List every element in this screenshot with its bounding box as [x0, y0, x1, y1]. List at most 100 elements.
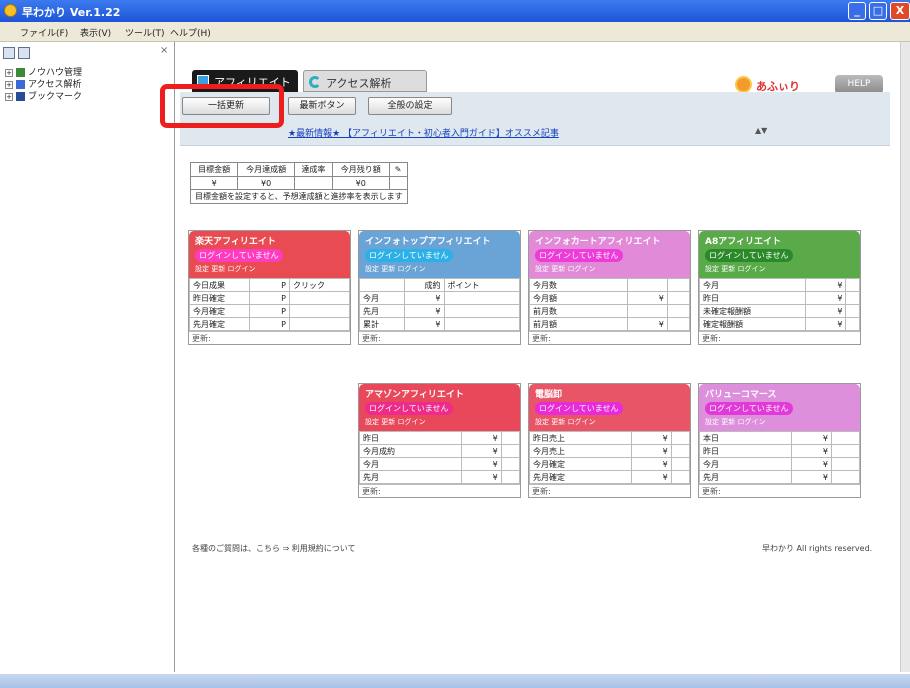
login-status: ログインしていません — [705, 249, 793, 262]
summary-value: ¥0 — [331, 176, 390, 190]
row-label: 昨日 — [359, 431, 462, 445]
row-label — [359, 278, 405, 292]
table-row: 前月数 — [529, 304, 691, 318]
window-title: 早わかり Ver.1.22 — [22, 6, 121, 19]
folder-icon — [16, 68, 25, 77]
settings-button[interactable]: 全般の設定 — [368, 97, 452, 115]
panel-links[interactable]: 設定 更新 ログイン — [705, 264, 854, 274]
menu-view[interactable]: 表示(V) — [80, 26, 111, 39]
reload-button[interactable]: 最新ボタン — [288, 97, 356, 115]
panel-header: A8アフィリエイト ログインしていません 設定 更新 ログイン — [699, 231, 860, 278]
panel-title: 楽天アフィリエイト — [195, 237, 276, 247]
login-status: ログインしていません — [705, 402, 793, 415]
menu-file[interactable]: ファイル(F) — [20, 26, 68, 39]
table-row: 確定報酬額 ¥ — [698, 317, 860, 331]
tree-toolbar-icon[interactable] — [18, 47, 30, 59]
login-status: ログインしていません — [535, 402, 623, 415]
panel-title: バリューコマース — [705, 390, 777, 400]
expand-icon[interactable]: + — [5, 92, 13, 101]
panel-a8: A8アフィリエイト ログインしていません 設定 更新 ログイン 今月 ¥ 昨日 ¥ 未確定報酬… — [698, 230, 861, 345]
maximize-button[interactable]: □ — [869, 2, 887, 20]
close-button[interactable]: X — [890, 2, 910, 20]
row-label: 本日 — [699, 431, 792, 445]
row-value: ¥ — [805, 304, 847, 318]
panel-links[interactable]: 設定 更新 ログイン — [705, 417, 854, 427]
panel-links[interactable]: 設定 更新 ログイン — [195, 264, 344, 274]
row-label: 昨日確定 — [189, 291, 250, 305]
summary-value — [293, 176, 333, 190]
row-value: P — [249, 291, 290, 305]
copyright: 早わかり All rights reserved. — [762, 544, 873, 553]
summary-value: ¥ — [189, 176, 239, 190]
panel-table: 今月 ¥ 昨日 ¥ 未確定報酬額 ¥ 確定報酬額 ¥ — [698, 278, 860, 331]
footer-note[interactable]: 各種のご質問は、こちら ⇒ 利用規約について — [192, 543, 356, 554]
row-label: 今月 — [698, 278, 807, 292]
folder-icon — [16, 80, 25, 89]
panel-updated: 更新: — [529, 331, 690, 344]
row-label: 確定報酬額 — [698, 317, 807, 331]
row-value: ¥ — [791, 470, 832, 484]
panel-links[interactable]: 設定 更新 ログイン — [535, 417, 684, 427]
row-value: ¥ — [460, 431, 502, 445]
panel-infotop: インフォトップアフィリエイト ログインしていません 設定 更新 ログイン 成約 ポイント… — [358, 230, 521, 345]
row-value: ¥ — [791, 444, 832, 458]
panel-links[interactable]: 設定 更新 ログイン — [365, 417, 514, 427]
table-row: 未確定報酬額 ¥ — [698, 304, 860, 318]
row-value: ¥ — [403, 317, 445, 331]
tree-item-knowhow[interactable]: + ノウハウ管理 — [5, 65, 82, 78]
news-link[interactable]: ★最新情報★ 【アフィリエイト・初心者入門ガイド】オススメ記事 — [288, 126, 559, 139]
highlight-box — [160, 84, 284, 128]
row-label: 今月確定 — [529, 457, 632, 471]
panel-header: アマゾンアフィリエイト ログインしていません 設定 更新 ログイン — [359, 384, 520, 431]
panel-infocart: インフォカートアフィリエイト ログインしていません 設定 更新 ログイン 今月数 今月額… — [528, 230, 691, 345]
table-row: 今月売上 ¥ — [529, 444, 691, 458]
bookmark-icon — [16, 92, 25, 101]
table-row: 今月 ¥ — [359, 457, 521, 471]
row-value: ¥ — [805, 278, 847, 292]
panel-header: インフォカートアフィリエイト ログインしていません 設定 更新 ログイン — [529, 231, 690, 278]
minimize-button[interactable]: _ — [848, 2, 866, 20]
table-row: 累計 ¥ — [359, 317, 521, 331]
row-label: 先月 — [359, 304, 405, 318]
logo-icon — [735, 76, 752, 93]
login-status: ログインしていません — [365, 249, 453, 262]
panel-updated: 更新: — [529, 484, 690, 497]
col3-label — [845, 278, 860, 292]
summary-header: 達成率 — [293, 162, 333, 177]
expand-icon[interactable]: + — [5, 80, 13, 89]
table-row: 昨日確定 P — [189, 291, 350, 305]
expand-icon[interactable]: + — [5, 68, 13, 77]
panel-table: 昨日売上 ¥ 今月売上 ¥ 今月確定 ¥ 先月確定 ¥ — [529, 431, 691, 484]
panel-updated: 更新: — [189, 331, 350, 344]
col3-label — [500, 431, 521, 445]
menu-tools[interactable]: ツール(T) — [125, 26, 165, 39]
news-nav-arrows[interactable]: ▲▼ — [755, 126, 767, 135]
goal-summary-table: 目標金額 今月達成額 達成率 今月残り額 ✎ ¥ ¥0 ¥0 目標金額を設定する… — [189, 162, 408, 204]
row-label: 未確定報酬額 — [698, 304, 807, 318]
panel-updated: 更新: — [359, 484, 520, 497]
vertical-scrollbar[interactable] — [900, 42, 910, 672]
table-row: 昨日売上 ¥ — [529, 431, 691, 445]
row-label: 今月成約 — [359, 444, 462, 458]
panel-links[interactable]: 設定 更新 ログイン — [365, 264, 514, 274]
panel-header: 楽天アフィリエイト ログインしていません設定 更新 ログイン — [189, 231, 350, 278]
edit-goal-icon[interactable]: ✎ — [388, 162, 408, 177]
summary-header: 今月残り額 — [331, 162, 390, 177]
col3-label — [666, 278, 691, 292]
pane-close-icon[interactable]: × — [160, 45, 168, 56]
row-label: 今月額 — [529, 291, 628, 305]
row-value: P — [249, 278, 290, 292]
panel-links[interactable]: 設定 更新 ログイン — [535, 264, 684, 274]
table-row: 昨日 ¥ — [699, 444, 860, 458]
tree-item-bookmark[interactable]: + ブックマーク — [5, 89, 82, 102]
login-status: ログインしていません — [535, 249, 623, 262]
tree-toolbar-icon[interactable] — [3, 47, 15, 59]
panel-title: インフォトップアフィリエイト — [365, 237, 491, 247]
tree-item-access[interactable]: + アクセス解析 — [5, 77, 82, 90]
status-bar — [0, 674, 910, 688]
row-label: 累計 — [359, 317, 405, 331]
login-status: ログインしていません — [195, 249, 283, 262]
table-row: 今月成約 ¥ — [359, 444, 521, 458]
tab-access-analysis[interactable]: アクセス解析 — [303, 70, 427, 92]
menu-help[interactable]: ヘルプ(H) — [170, 26, 211, 39]
